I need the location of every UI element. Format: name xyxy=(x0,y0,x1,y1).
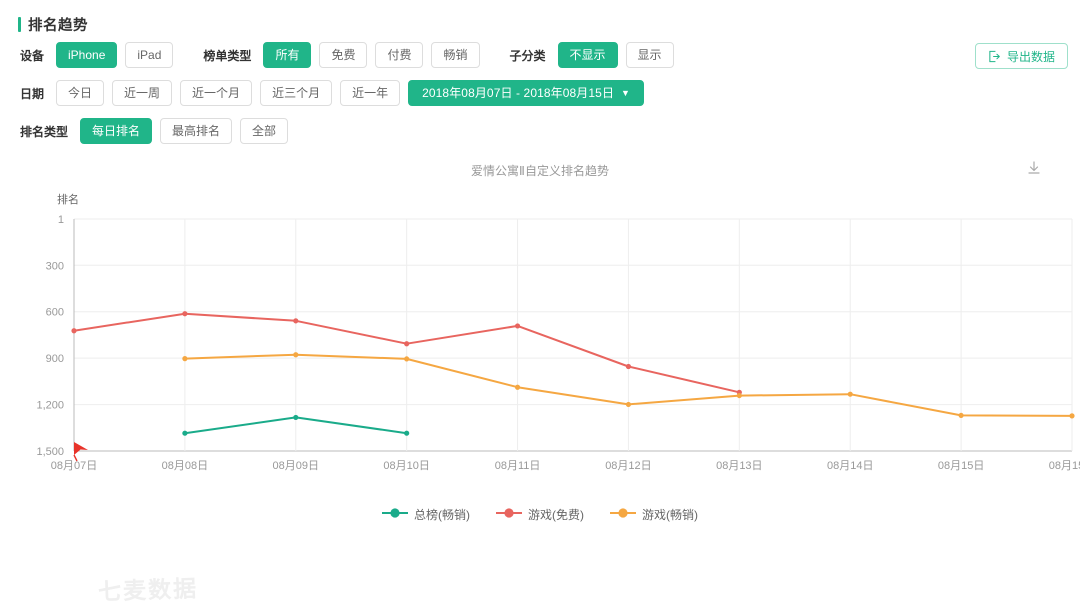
filter-chip-date-4[interactable]: 近三个月 xyxy=(260,80,333,106)
chart-legend: 总榜(畅销) 游戏(免费) 游戏(畅销) xyxy=(0,506,1080,523)
filter-chip-device-2[interactable]: iPad xyxy=(125,42,174,68)
filter-chip-label: 免费 xyxy=(331,48,356,62)
filter-chip-label: 近一周 xyxy=(124,86,161,100)
filter-chip-sub-category-2[interactable]: 显示 xyxy=(625,42,674,68)
filter-label-date: 日期 xyxy=(20,86,45,101)
filter-chip-sub-category-1[interactable]: 不显示 xyxy=(557,42,618,68)
chart-gridlines: 1 300 600 900 1,200 1,500 xyxy=(36,214,1073,458)
page-title-row: 排名趋势 xyxy=(0,0,1080,36)
filter-label-sub-category: 子分类 xyxy=(509,48,546,63)
filter-chip-rank-type-1[interactable]: 每日排名 xyxy=(80,118,153,144)
chart-container: 爱情公寓Ⅱ自定义排名趋势 七麦数据 1 300 600 900 1,200 1,500 排名… xyxy=(0,156,1080,605)
svg-text:08月14日: 08月14日 xyxy=(827,460,873,472)
filter-chip-date-1[interactable]: 今日 xyxy=(56,80,105,106)
filter-label-rank-type: 排名类型 xyxy=(20,124,69,139)
legend-marker-icon xyxy=(382,507,408,522)
filter-chip-label: 不显示 xyxy=(569,48,606,62)
svg-text:300: 300 xyxy=(46,260,64,272)
svg-text:08月15日: 08月15日 xyxy=(1049,460,1080,472)
page-title: 排名趋势 xyxy=(28,17,88,34)
svg-text:1,200: 1,200 xyxy=(36,400,64,412)
rank-trend-chart: 1 300 600 900 1,200 1,500 排名 08月07日 08月08日 08月09日… xyxy=(36,192,1080,472)
svg-text:1,500: 1,500 xyxy=(36,446,64,458)
filter-label-list-type: 榜单类型 xyxy=(203,48,252,63)
y-axis-title: 排名 xyxy=(57,192,79,206)
export-data-button[interactable]: 导出数据 xyxy=(974,43,1068,69)
filter-chip-label: iPad xyxy=(137,48,162,62)
svg-text:08月11日: 08月11日 xyxy=(495,460,541,472)
filter-chip-label: 付费 xyxy=(387,48,412,62)
svg-text:08月10日: 08月10日 xyxy=(383,460,429,472)
filter-chip-date-6[interactable]: 2018年08月07日 - 2018年08月15日 ▼ xyxy=(408,80,645,106)
filter-chip-label: 近一年 xyxy=(352,86,389,100)
filter-chip-device-1[interactable]: iPhone xyxy=(56,42,118,68)
filter-chip-rank-type-3[interactable]: 全部 xyxy=(240,118,289,144)
filter-label-device: 设备 xyxy=(20,48,45,63)
filter-row-3: 排名类型 每日排名 最高排名 全部 xyxy=(0,112,1080,150)
svg-text:08月07日: 08月07日 xyxy=(51,460,97,472)
legend-label: 游戏(畅销) xyxy=(642,508,698,522)
filter-chip-label: 近一个月 xyxy=(192,86,241,100)
svg-text:1: 1 xyxy=(58,214,64,226)
filter-chip-date-3[interactable]: 近一个月 xyxy=(180,80,253,106)
filter-chip-date-2[interactable]: 近一周 xyxy=(112,80,173,106)
legend-item-3[interactable]: 游戏(畅销) xyxy=(610,506,698,523)
filter-chip-label: 每日排名 xyxy=(92,124,141,138)
svg-text:08月09日: 08月09日 xyxy=(273,460,319,472)
filter-row-2: 日期 今日 近一周 近一个月 近三个月 近一年 2018年08月07日 - 2018年08月… xyxy=(0,74,1080,112)
legend-label: 总榜(畅销) xyxy=(414,508,470,522)
filter-chip-label: 畅销 xyxy=(443,48,468,62)
filter-chip-label: 最高排名 xyxy=(172,124,221,138)
svg-text:08月12日: 08月12日 xyxy=(605,460,651,472)
title-accent-bar xyxy=(18,16,21,32)
filter-chip-list-type-2[interactable]: 免费 xyxy=(319,42,368,68)
svg-text:08月13日: 08月13日 xyxy=(716,460,762,472)
legend-item-2[interactable]: 游戏(免费) xyxy=(496,506,584,523)
filter-chip-label: 今日 xyxy=(68,86,93,100)
filter-chip-label: iPhone xyxy=(68,48,106,62)
x-axis-labels: 08月07日 08月08日 08月09日 08月10日 08月11日 08月12日 08月1… xyxy=(51,460,1080,472)
filter-row-1: 设备 iPhone iPad 榜单类型 所有 免费 付费 畅销 子分类 不显示 显示 导出数据 xyxy=(0,36,1080,74)
filter-chip-list-type-1[interactable]: 所有 xyxy=(263,42,312,68)
legend-marker-icon xyxy=(496,507,522,522)
svg-text:08月08日: 08月08日 xyxy=(162,460,208,472)
legend-label: 游戏(免费) xyxy=(528,508,584,522)
export-data-label: 导出数据 xyxy=(1006,49,1055,64)
svg-text:900: 900 xyxy=(46,353,64,365)
filter-chip-label: 近三个月 xyxy=(272,86,321,100)
legend-marker-icon xyxy=(610,507,636,522)
chevron-down-icon: ▼ xyxy=(621,87,631,98)
legend-item-1[interactable]: 总榜(畅销) xyxy=(382,506,470,523)
filter-chip-label: 显示 xyxy=(637,48,662,62)
filter-chip-label: 2018年08月07日 - 2018年08月15日 xyxy=(422,86,615,100)
svg-text:600: 600 xyxy=(46,307,64,319)
filter-chip-list-type-3[interactable]: 付费 xyxy=(375,42,424,68)
filter-chip-label: 所有 xyxy=(275,48,300,62)
filter-chip-date-5[interactable]: 近一年 xyxy=(340,80,401,106)
filter-chip-label: 全部 xyxy=(252,124,277,138)
filters-region: 设备 iPhone iPad 榜单类型 所有 免费 付费 畅销 子分类 不显示 显示 导出数据日期 今日… xyxy=(0,36,1080,150)
chart-watermark: 七麦数据 xyxy=(97,575,199,605)
filter-chip-rank-type-2[interactable]: 最高排名 xyxy=(160,118,233,144)
filter-chip-list-type-4[interactable]: 畅销 xyxy=(431,42,480,68)
svg-text:08月15日: 08月15日 xyxy=(938,460,984,472)
export-icon xyxy=(988,50,1001,63)
